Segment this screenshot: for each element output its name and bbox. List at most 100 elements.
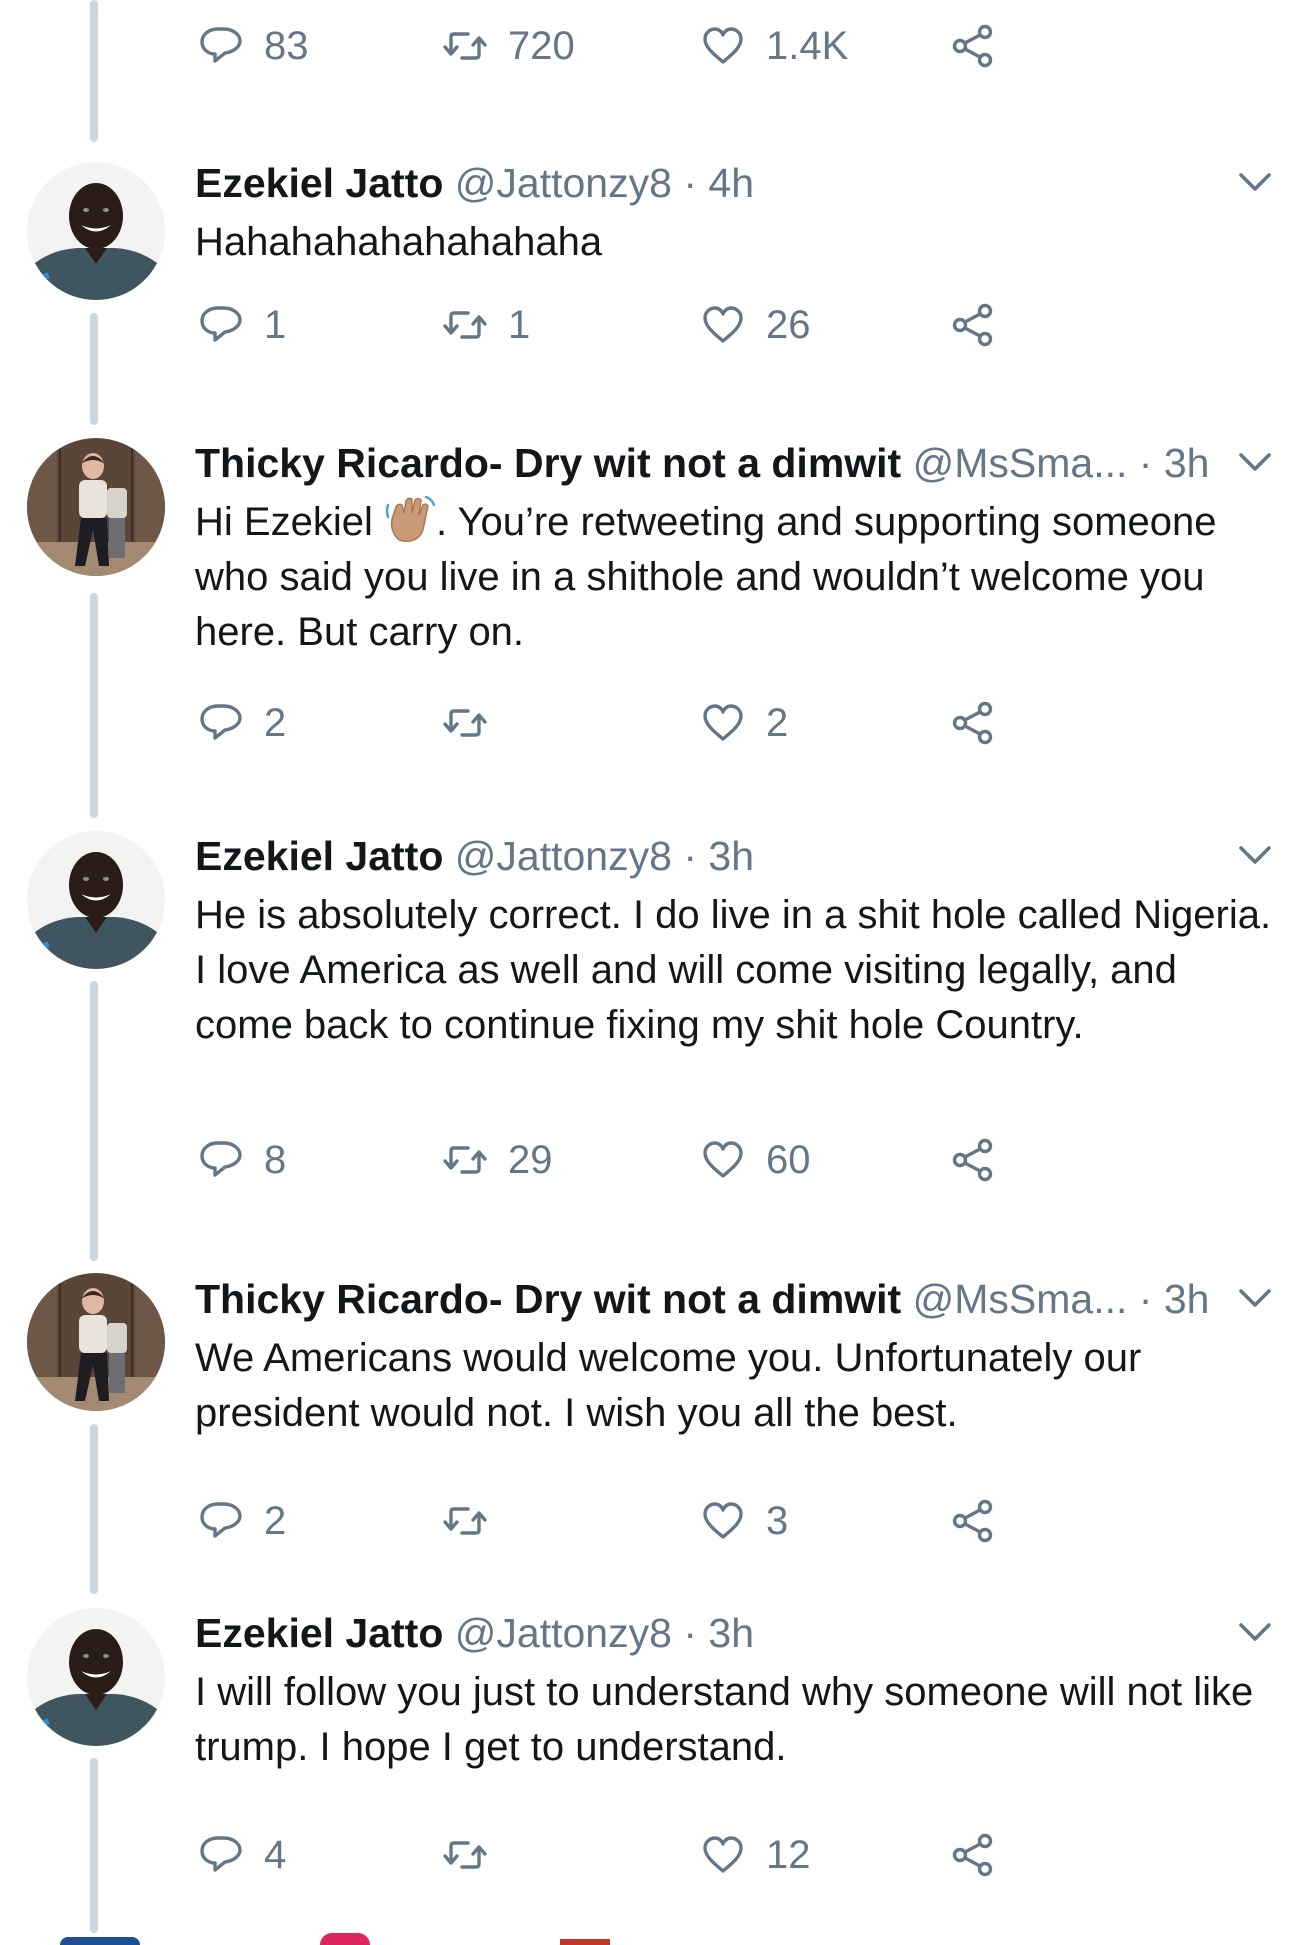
avatar[interactable] bbox=[27, 438, 165, 576]
retweet-count: 29 bbox=[508, 1137, 553, 1182]
tweet-header: Ezekiel Jatto @Jattonzy8 · 3h bbox=[195, 826, 1232, 886]
like-button[interactable]: 60 bbox=[700, 1130, 811, 1190]
tweet-actions: 2 2 bbox=[0, 693, 1312, 753]
tweet-text: We Americans would welcome you. Unfortun… bbox=[195, 1336, 1142, 1435]
reply-button[interactable]: 2 bbox=[198, 1491, 286, 1551]
avatar[interactable] bbox=[27, 1273, 165, 1411]
reply-count: 2 bbox=[264, 1498, 287, 1543]
nav-icon-edge bbox=[320, 1933, 370, 1945]
separator-dot: · bbox=[1138, 1276, 1153, 1322]
like-button[interactable]: 3 bbox=[700, 1491, 788, 1551]
reply-button[interactable]: 83 bbox=[198, 16, 309, 76]
tweet[interactable]: Ezekiel Jatto @Jattonzy8 · 3h He is abso… bbox=[0, 826, 1312, 1273]
share-icon bbox=[952, 701, 993, 745]
retweet-count: 1 bbox=[508, 302, 531, 347]
display-name[interactable]: Thicky Ricardo- Dry wit not a dimwit bbox=[195, 1276, 901, 1322]
username[interactable]: @MsSma... bbox=[913, 1276, 1128, 1322]
like-button[interactable]: 12 bbox=[700, 1825, 811, 1885]
tweet-header: Thicky Ricardo- Dry wit not a dimwit @Ms… bbox=[195, 433, 1232, 493]
thread-line bbox=[90, 981, 98, 1261]
separator-dot: · bbox=[683, 1610, 697, 1656]
share-button[interactable] bbox=[950, 693, 996, 753]
share-button[interactable] bbox=[950, 1491, 996, 1551]
share-button[interactable] bbox=[950, 1825, 996, 1885]
like-count: 2 bbox=[766, 700, 789, 745]
display-name[interactable]: Ezekiel Jatto bbox=[195, 833, 443, 879]
separator-dot: · bbox=[1138, 440, 1153, 486]
retweet-button[interactable] bbox=[442, 693, 508, 753]
waving-hand-emoji bbox=[385, 495, 436, 543]
retweet-button[interactable]: 720 bbox=[442, 16, 575, 76]
chevron-down-icon[interactable] bbox=[1238, 1621, 1272, 1645]
reply-icon bbox=[200, 704, 242, 740]
username[interactable]: @MsSma... bbox=[913, 440, 1128, 486]
bottom-nav-edge bbox=[0, 1931, 1312, 1945]
retweet-icon bbox=[443, 32, 487, 60]
heart-icon bbox=[703, 704, 743, 741]
tweet-header: Ezekiel Jatto @Jattonzy8 · 4h bbox=[195, 153, 1232, 213]
heart-icon bbox=[703, 1502, 743, 1539]
retweet-icon bbox=[443, 1507, 487, 1535]
like-button[interactable]: 1.4K bbox=[700, 16, 848, 76]
previous-tweet-actions: 83 720 1.4K bbox=[0, 0, 1312, 95]
retweet-button[interactable] bbox=[442, 1491, 508, 1551]
like-count: 1.4K bbox=[766, 23, 849, 68]
retweet-icon bbox=[443, 1146, 487, 1174]
username[interactable]: @Jattonzy8 bbox=[455, 1610, 672, 1656]
reply-icon bbox=[200, 1836, 242, 1872]
tweet-text: He is absolutely correct. I do live in a… bbox=[195, 893, 1272, 1047]
separator-dot: · bbox=[683, 833, 697, 879]
timestamp[interactable]: 4h bbox=[708, 160, 754, 206]
chevron-down-icon[interactable] bbox=[1238, 451, 1272, 475]
like-count: 60 bbox=[766, 1137, 811, 1182]
nav-icon-edge bbox=[560, 1939, 610, 1945]
nav-icon-edge bbox=[60, 1937, 140, 1945]
retweet-button[interactable] bbox=[442, 1825, 508, 1885]
timestamp[interactable]: 3h bbox=[1164, 1276, 1210, 1322]
reply-button[interactable]: 1 bbox=[198, 295, 286, 355]
share-icon bbox=[952, 1499, 993, 1543]
display-name[interactable]: Ezekiel Jatto bbox=[195, 160, 443, 206]
heart-icon bbox=[703, 1836, 743, 1873]
share-button[interactable] bbox=[950, 1130, 996, 1190]
share-button[interactable] bbox=[950, 295, 996, 355]
chevron-down-icon[interactable] bbox=[1238, 171, 1272, 195]
timestamp[interactable]: 3h bbox=[708, 1610, 754, 1656]
username[interactable]: @Jattonzy8 bbox=[455, 160, 672, 206]
reply-button[interactable]: 4 bbox=[198, 1825, 286, 1885]
chevron-down-icon[interactable] bbox=[1238, 1287, 1272, 1311]
tweet[interactable]: Thicky Ricardo- Dry wit not a dimwit @Ms… bbox=[0, 1269, 1312, 1604]
retweet-button[interactable]: 29 bbox=[442, 1130, 553, 1190]
like-button[interactable]: 2 bbox=[700, 693, 788, 753]
timestamp[interactable]: 3h bbox=[708, 833, 754, 879]
avatar[interactable] bbox=[27, 1608, 165, 1746]
reply-count: 8 bbox=[264, 1137, 287, 1182]
reply-count: 2 bbox=[264, 700, 287, 745]
tweet[interactable]: Thicky Ricardo- Dry wit not a dimwit @Ms… bbox=[0, 433, 1312, 828]
display-name[interactable]: Ezekiel Jatto bbox=[195, 1610, 443, 1656]
share-button[interactable] bbox=[950, 16, 996, 76]
reply-icon bbox=[200, 1502, 242, 1538]
share-icon bbox=[952, 24, 993, 68]
timestamp[interactable]: 3h bbox=[1164, 440, 1210, 486]
retweet-icon bbox=[443, 709, 487, 737]
reply-icon bbox=[200, 27, 242, 63]
tweet-header: Ezekiel Jatto @Jattonzy8 · 3h bbox=[195, 1603, 1232, 1663]
username[interactable]: @Jattonzy8 bbox=[455, 833, 672, 879]
tweet[interactable]: Ezekiel Jatto @Jattonzy8 · 3h I will fol… bbox=[0, 1603, 1312, 1933]
reply-button[interactable]: 8 bbox=[198, 1130, 286, 1190]
reply-button[interactable]: 2 bbox=[198, 693, 286, 753]
like-button[interactable]: 26 bbox=[700, 295, 811, 355]
display-name[interactable]: Thicky Ricardo- Dry wit not a dimwit bbox=[195, 440, 901, 486]
like-count: 26 bbox=[766, 302, 811, 347]
tweet[interactable]: Ezekiel Jatto @Jattonzy8 · 4h Hahahahaha… bbox=[0, 153, 1312, 433]
retweet-icon bbox=[443, 1841, 487, 1869]
retweet-button[interactable]: 1 bbox=[442, 295, 530, 355]
heart-icon bbox=[703, 1141, 743, 1178]
avatar[interactable] bbox=[27, 162, 165, 300]
like-count: 12 bbox=[766, 1832, 811, 1877]
retweet-icon bbox=[443, 311, 487, 339]
chevron-down-icon[interactable] bbox=[1238, 844, 1272, 868]
avatar[interactable] bbox=[27, 831, 165, 969]
separator-dot: · bbox=[683, 160, 697, 206]
